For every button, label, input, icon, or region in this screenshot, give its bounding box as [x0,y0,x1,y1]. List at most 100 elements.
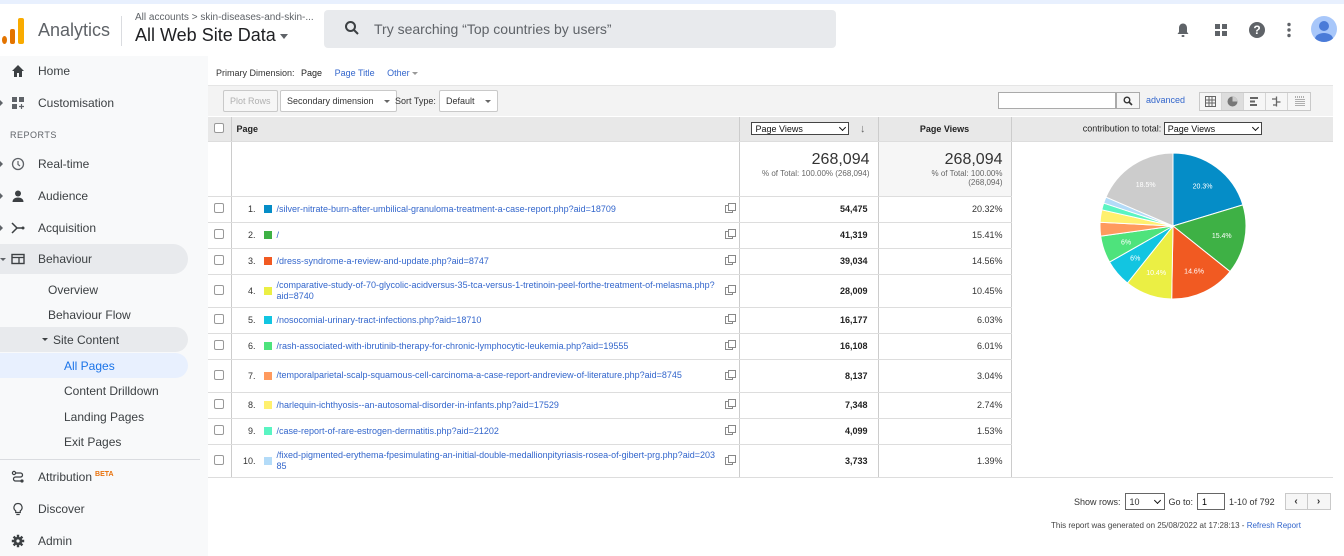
sidebar-item-landing-pages[interactable]: Landing Pages [0,404,188,429]
page-link[interactable]: /dress-syndrome-a-review-and-update.php?… [277,256,719,267]
total-value: 268,094 [811,150,870,168]
row-number: 6. [247,341,256,351]
open-in-new-window-icon[interactable] [724,229,736,239]
apps-grid-icon[interactable] [1209,18,1233,42]
row-checkbox[interactable] [214,454,225,465]
page-link[interactable]: /nosocomial-urinary-tract-infections.php… [277,315,719,326]
open-in-new-window-icon[interactable] [724,425,736,435]
sidebar-item-exit-pages[interactable]: Exit Pages [0,429,188,454]
row-metric-value: 16,108 [739,333,879,360]
property-selector[interactable]: All Web Site Data [135,25,288,46]
row-checkbox[interactable] [214,314,225,324]
open-in-new-window-icon[interactable] [724,203,736,213]
sidebar-item-admin[interactable]: Admin [0,526,188,556]
search-icon [1123,96,1133,106]
page-link[interactable]: /comparative-study-of-70-glycolic-acidve… [277,280,719,302]
row-checkbox[interactable] [214,284,225,295]
table-filter-input[interactable] [998,92,1116,109]
row-select-cell [208,444,232,478]
show-rows-select[interactable]: 10 [1124,493,1165,510]
row-select-cell [208,222,232,249]
global-search[interactable] [324,10,836,48]
account-avatar-icon[interactable] [1311,16,1337,42]
analytics-logo-icon[interactable] [2,18,24,44]
metric-select[interactable]: Page Views [751,122,850,136]
caret-down-icon [383,99,390,103]
account-breadcrumb[interactable]: All accounts > skin-diseases-and-skin-..… [135,12,314,23]
sidebar-item-content-drilldown[interactable]: Content Drilldown [0,378,188,403]
plot-rows-button[interactable]: Plot Rows [223,90,278,112]
row-percent-value: 2.74% [878,392,1012,419]
sidebar-item-behaviour-flow[interactable]: Behaviour Flow [0,302,188,327]
contribution-metric-select[interactable]: Page Views [1163,122,1262,136]
comparison-icon[interactable] [1266,93,1288,110]
global-search-input[interactable] [374,18,814,40]
totals-row: 268,094 % of Total: 100.00% (268,094) 26… [208,141,1333,478]
secondary-dimension-label: Secondary dimension [287,96,374,106]
open-in-new-window-icon[interactable] [724,284,736,295]
sidebar-item-discover[interactable]: Discover [0,494,188,524]
page-link[interactable]: /silver-nitrate-burn-after-umbilical-gra… [277,204,719,215]
page-link[interactable]: /case-report-of-rare-estrogen-dermatitis… [277,426,719,437]
pie-chart-icon[interactable] [1222,93,1244,110]
help-icon[interactable]: ? [1245,18,1269,42]
dashboard-icon [10,95,26,111]
more-vert-icon[interactable] [1277,18,1301,42]
row-checkbox[interactable] [214,255,225,265]
row-checkbox[interactable] [214,229,225,239]
sort-desc-arrow-icon[interactable]: ↓ [860,123,866,135]
open-in-new-window-icon[interactable] [724,314,736,324]
pie-chart: 20.3% 15.4% 14.6% 10.4% 6% 6% 18.5% [1099,151,1246,299]
page-link[interactable]: /temporalparietal-scalp-squamous-cell-ca… [277,370,719,381]
refresh-report-link[interactable]: Refresh Report [1247,521,1301,530]
totals-empty-cell [231,141,740,197]
primary-dimension-page-title[interactable]: Page Title [335,68,375,78]
total-percent-count: (268,094) [968,177,1003,187]
sidebar-item-site-content[interactable]: Site Content [0,327,188,352]
row-checkbox[interactable] [214,203,225,213]
page-link[interactable]: / [277,230,719,241]
sidebar-item-acquisition[interactable]: Acquisition [0,213,188,243]
row-page-cell: 5. /nosocomial-urinary-tract-infections.p… [231,307,740,334]
sidebar-item-attribution[interactable]: Attribution BETA [0,462,188,492]
column-header-page-views[interactable]: Page Views [878,117,1012,142]
open-in-new-window-icon[interactable] [724,369,736,380]
row-checkbox[interactable] [214,340,225,350]
sidebar-item-home[interactable]: Home [0,56,188,86]
bell-icon[interactable] [1171,18,1195,42]
row-checkbox[interactable] [214,425,225,435]
sidebar-item-overview[interactable]: Overview [0,277,188,302]
primary-dimension-other[interactable]: Other [387,68,418,78]
open-in-new-window-icon[interactable] [724,340,736,350]
header-divider [121,16,122,46]
sidebar-item-audience[interactable]: Audience [0,181,188,211]
performance-icon[interactable] [1244,93,1266,110]
row-checkbox[interactable] [214,399,225,409]
secondary-dimension-dropdown[interactable]: Secondary dimension [280,90,397,112]
prev-page-button[interactable]: ‹ [1286,494,1308,509]
open-in-new-window-icon[interactable] [724,255,736,265]
pivot-icon[interactable] [1288,93,1310,110]
row-page-cell: 8. /harlequin-ichthyosis--an-autosomal-di… [231,392,740,419]
row-number: 7. [247,370,256,381]
data-table-icon[interactable] [1200,93,1222,110]
page-link[interactable]: /harlequin-ichthyosis--an-autosomal-diso… [277,400,719,411]
sort-type-dropdown[interactable]: Default [439,90,498,112]
totals-empty-cell [208,141,232,197]
goto-page-input[interactable] [1197,493,1226,510]
page-link[interactable]: /fixed-pigmented-erythema-fpesimulating-… [277,450,719,472]
table-filter-search-button[interactable] [1116,92,1140,109]
open-in-new-window-icon[interactable] [724,399,736,409]
row-page-cell: 2. / [231,222,740,249]
open-in-new-window-icon[interactable] [724,454,736,465]
page-link[interactable]: /rash-associated-with-ibrutinib-therapy-… [277,341,719,352]
column-header-page[interactable]: Page [231,117,740,142]
sidebar-item-all-pages[interactable]: All Pages [0,353,188,378]
next-page-button[interactable]: › [1308,494,1330,509]
sidebar-item-customisation[interactable]: Customisation [0,88,188,118]
select-all-checkbox[interactable] [214,122,225,133]
advanced-filter-link[interactable]: advanced [1146,95,1185,105]
sidebar-item-realtime[interactable]: Real-time [0,149,188,179]
sidebar-item-behaviour[interactable]: Behaviour [0,244,188,274]
row-checkbox[interactable] [214,369,225,380]
